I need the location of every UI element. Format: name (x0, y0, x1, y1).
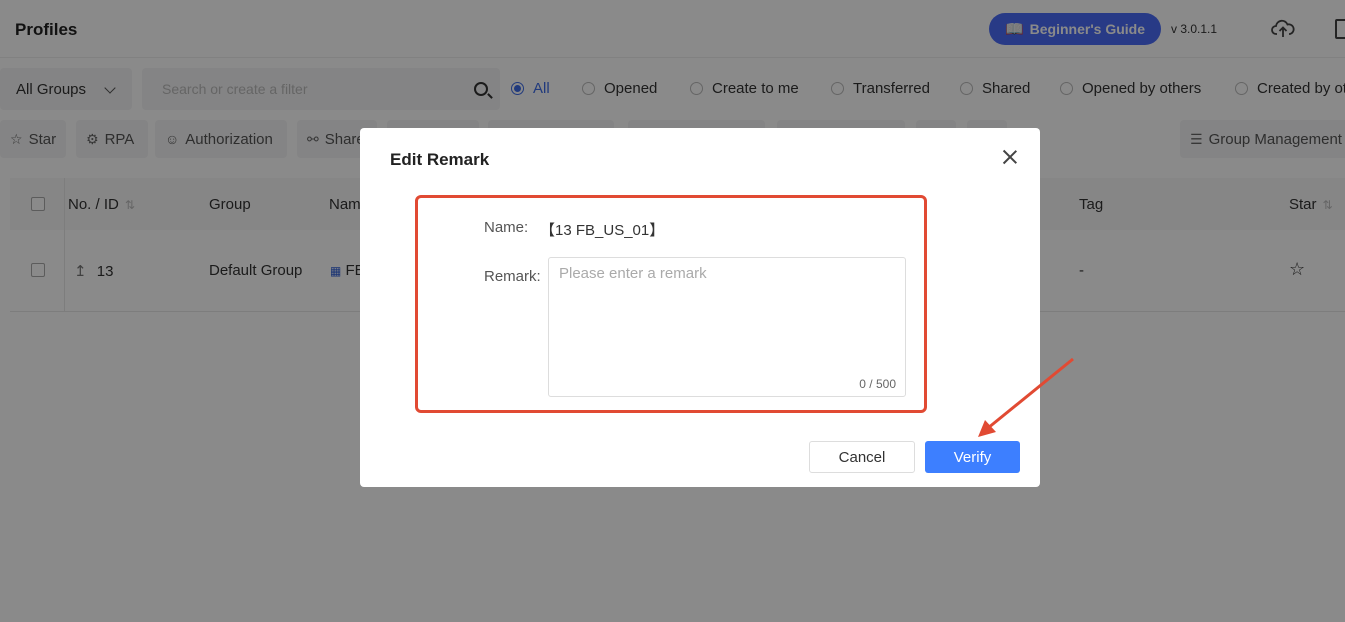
dialog-title: Edit Remark (390, 150, 490, 169)
edit-remark-dialog: Edit Remark Name: 【13 FB_US_01】 Remark: … (360, 128, 1040, 487)
remark-label: Remark: (484, 268, 541, 285)
name-value: 【13 FB_US_01】 (540, 222, 665, 239)
remark-field: 0 / 500 (548, 257, 906, 397)
character-counter: 0 / 500 (859, 377, 896, 391)
verify-button[interactable]: Verify (925, 441, 1020, 473)
cancel-button[interactable]: Cancel (809, 441, 915, 473)
close-icon[interactable] (1001, 148, 1019, 166)
name-label: Name: (484, 219, 529, 236)
remark-textarea[interactable] (549, 258, 905, 396)
